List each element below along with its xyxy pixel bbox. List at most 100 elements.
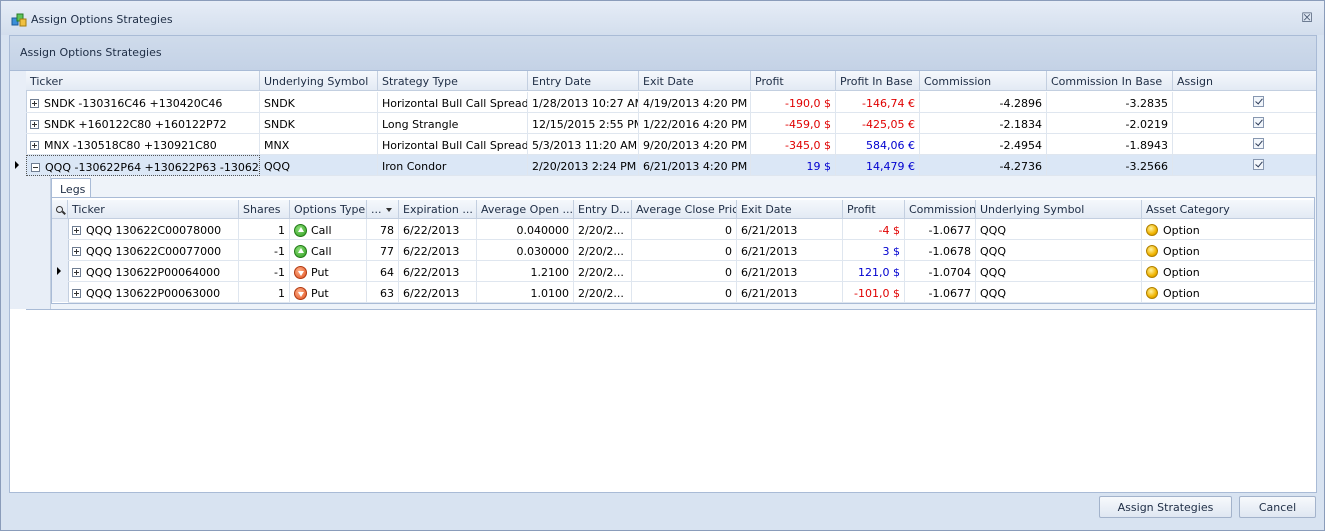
profit-base-cell: -146,74 € xyxy=(836,92,920,113)
table-row[interactable]: SNDK -130316C46 +130420C46 SNDK Horizont… xyxy=(26,92,1316,113)
leg-asset-cell: Option xyxy=(1142,240,1314,261)
leg-expiration-cell: 6/22/2013 xyxy=(399,240,477,261)
legs-header-exit-date[interactable]: Exit Date xyxy=(737,200,843,219)
leg-strike-cell: 63 xyxy=(367,282,399,303)
profit-cell: -345,0 $ xyxy=(751,134,836,155)
legs-header-average-close[interactable]: Average Close Price xyxy=(632,200,737,219)
put-arrow-down-icon xyxy=(294,266,307,279)
commission-cell: -4.2896 xyxy=(920,92,1047,113)
legs-find-button[interactable] xyxy=(52,200,68,219)
assign-checkbox[interactable] xyxy=(1253,96,1264,107)
legs-header-options-type[interactable]: Options Type xyxy=(290,200,367,219)
leg-row[interactable]: QQQ 130622P00063000 1 Put 63 6/22/2013 1… xyxy=(68,282,1314,303)
table-row[interactable]: QQQ -130622P64 +130622P63 -130622C... QQ… xyxy=(26,155,1316,176)
legs-header-strike[interactable]: ... xyxy=(367,200,399,219)
leg-exit-date-cell: 6/21/2013 xyxy=(737,219,843,240)
leg-type-text: Call xyxy=(311,245,332,258)
title-bar[interactable]: Assign Options Strategies ☒ xyxy=(1,1,1324,35)
assign-checkbox[interactable] xyxy=(1253,159,1264,170)
current-row-indicator-icon xyxy=(15,161,19,169)
assign-cell xyxy=(1173,134,1316,155)
expand-icon[interactable] xyxy=(72,289,81,298)
table-row[interactable]: MNX -130518C80 +130921C80 MNX Horizontal… xyxy=(26,134,1316,155)
expand-icon[interactable] xyxy=(72,268,81,277)
leg-ticker-text: QQQ 130622C00077000 xyxy=(86,245,222,258)
assign-checkbox[interactable] xyxy=(1253,117,1264,128)
detail-indent xyxy=(26,176,51,309)
leg-ticker-cell: QQQ 130622C00078000 xyxy=(68,219,239,240)
underlying-cell: SNDK xyxy=(260,113,378,134)
sort-descending-icon xyxy=(385,208,392,212)
table-row[interactable]: SNDK +160122C80 +160122P72 SNDK Long Str… xyxy=(26,113,1316,134)
profit-cell: -190,0 $ xyxy=(751,92,836,113)
window-title: Assign Options Strategies xyxy=(31,13,173,26)
strategies-grid[interactable]: Ticker Underlying Symbol Strategy Type E… xyxy=(9,70,1317,493)
column-header-profit-base[interactable]: Profit In Base xyxy=(836,71,920,91)
assign-checkbox[interactable] xyxy=(1253,138,1264,149)
expand-icon[interactable] xyxy=(30,141,39,150)
expand-icon[interactable] xyxy=(30,99,39,108)
leg-type-cell: Put xyxy=(290,282,367,303)
expand-icon[interactable] xyxy=(72,247,81,256)
leg-entry-date-cell: 2/20/2... xyxy=(574,219,632,240)
leg-underlying-cell: QQQ xyxy=(976,261,1142,282)
leg-expiration-cell: 6/22/2013 xyxy=(399,261,477,282)
option-coin-icon xyxy=(1146,287,1158,299)
column-header-strategy[interactable]: Strategy Type xyxy=(378,71,528,91)
tab-legs[interactable]: Legs xyxy=(51,178,91,197)
leg-row[interactable]: QQQ 130622C00077000 -1 Call 77 6/22/2013… xyxy=(68,240,1314,261)
leg-commission-cell: -1.0704 xyxy=(905,261,976,282)
legs-header-strike-label: ... xyxy=(371,203,382,216)
legs-header-shares[interactable]: Shares xyxy=(239,200,290,219)
assign-cell xyxy=(1173,113,1316,134)
option-coin-icon xyxy=(1146,224,1158,236)
leg-profit-cell: -4 $ xyxy=(843,219,905,240)
collapse-icon[interactable] xyxy=(31,163,40,172)
expand-icon[interactable] xyxy=(30,120,39,129)
column-header-commission[interactable]: Commission xyxy=(920,71,1047,91)
leg-strike-cell: 77 xyxy=(367,240,399,261)
assign-strategies-button[interactable]: Assign Strategies xyxy=(1099,496,1232,518)
leg-shares-cell: 1 xyxy=(239,219,290,240)
legs-header-profit[interactable]: Profit xyxy=(843,200,905,219)
leg-profit-cell: 121,0 $ xyxy=(843,261,905,282)
leg-exit-date-cell: 6/21/2013 xyxy=(737,282,843,303)
legs-header-asset-category[interactable]: Asset Category xyxy=(1142,200,1314,219)
legs-grid[interactable]: Ticker Shares Options Type ... Expiratio… xyxy=(51,197,1315,304)
underlying-cell: QQQ xyxy=(260,155,378,176)
legs-detail-area: Legs Ticker Shares Options Type ... Expi… xyxy=(26,176,1316,310)
legs-header-ticker[interactable]: Ticker xyxy=(68,200,239,219)
entry-date-cell: 1/28/2013 10:27 AM xyxy=(528,92,639,113)
expand-icon[interactable] xyxy=(72,226,81,235)
column-header-underlying[interactable]: Underlying Symbol xyxy=(260,71,378,91)
leg-shares-cell: 1 xyxy=(239,282,290,303)
leg-average-close-cell: 0 xyxy=(632,240,737,261)
legs-header-average-open[interactable]: Average Open ... xyxy=(477,200,574,219)
ticker-cell: QQQ -130622P64 +130622P63 -130622C... xyxy=(26,155,260,176)
column-header-ticker[interactable]: Ticker xyxy=(26,71,260,91)
leg-row[interactable]: QQQ 130622P00064000 -1 Put 64 6/22/2013 … xyxy=(68,261,1314,282)
column-header-assign[interactable]: Assign xyxy=(1173,71,1316,91)
leg-average-open-cell: 1.2100 xyxy=(477,261,574,282)
column-header-exit-date[interactable]: Exit Date xyxy=(639,71,751,91)
leg-underlying-cell: QQQ xyxy=(976,240,1142,261)
panel-title: Assign Options Strategies xyxy=(20,46,162,59)
legs-header-expiration[interactable]: Expiration ... xyxy=(399,200,477,219)
legs-header-commission[interactable]: Commission xyxy=(905,200,976,219)
column-header-entry-date[interactable]: Entry Date xyxy=(528,71,639,91)
legs-header-entry-date[interactable]: Entry D... xyxy=(574,200,632,219)
cancel-button[interactable]: Cancel xyxy=(1239,496,1316,518)
leg-row[interactable]: QQQ 130622C00078000 1 Call 78 6/22/2013 … xyxy=(68,219,1314,240)
leg-commission-cell: -1.0677 xyxy=(905,219,976,240)
commission-cell: -2.4954 xyxy=(920,134,1047,155)
legs-header-underlying[interactable]: Underlying Symbol xyxy=(976,200,1142,219)
close-button[interactable]: ☒ xyxy=(1300,12,1314,26)
exit-date-cell: 1/22/2016 4:20 PM xyxy=(639,113,751,134)
commission-base-cell: -3.2566 xyxy=(1047,155,1173,176)
commission-cell: -4.2736 xyxy=(920,155,1047,176)
leg-commission-cell: -1.0677 xyxy=(905,282,976,303)
column-header-commission-base[interactable]: Commission In Base xyxy=(1047,71,1173,91)
column-header-profit[interactable]: Profit xyxy=(751,71,836,91)
leg-profit-cell: 3 $ xyxy=(843,240,905,261)
underlying-cell: SNDK xyxy=(260,92,378,113)
